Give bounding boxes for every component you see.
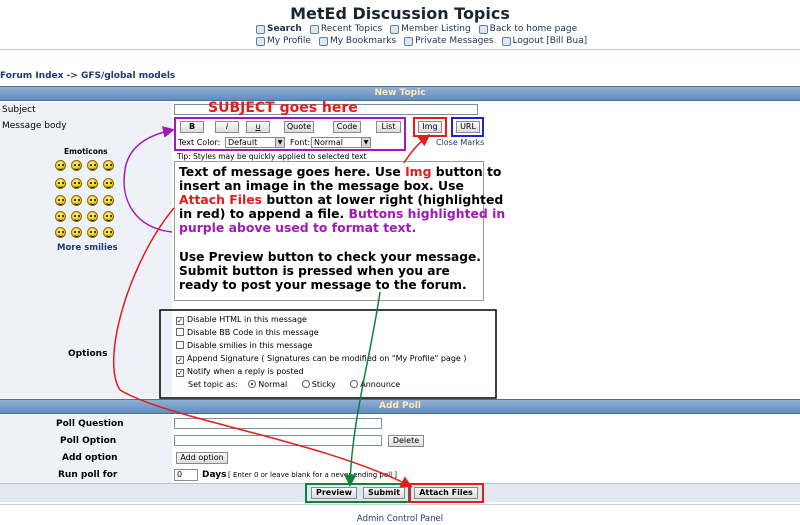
annotation-red-attach-arrow <box>112 207 413 488</box>
annotation-green-arrow <box>344 291 381 487</box>
annotation-black-options-box <box>159 309 497 399</box>
annotation-green-buttons-box <box>305 483 410 503</box>
annotation-red-attach-box <box>409 483 484 503</box>
annotation-overlay <box>112 117 497 503</box>
annotation-purple-box <box>174 117 406 151</box>
annotation-red-img-box <box>413 117 447 137</box>
annotation-purple-arrow <box>123 126 175 233</box>
annotation-red-img-arrow <box>403 134 431 164</box>
annotation-blue-url-box <box>451 117 484 137</box>
